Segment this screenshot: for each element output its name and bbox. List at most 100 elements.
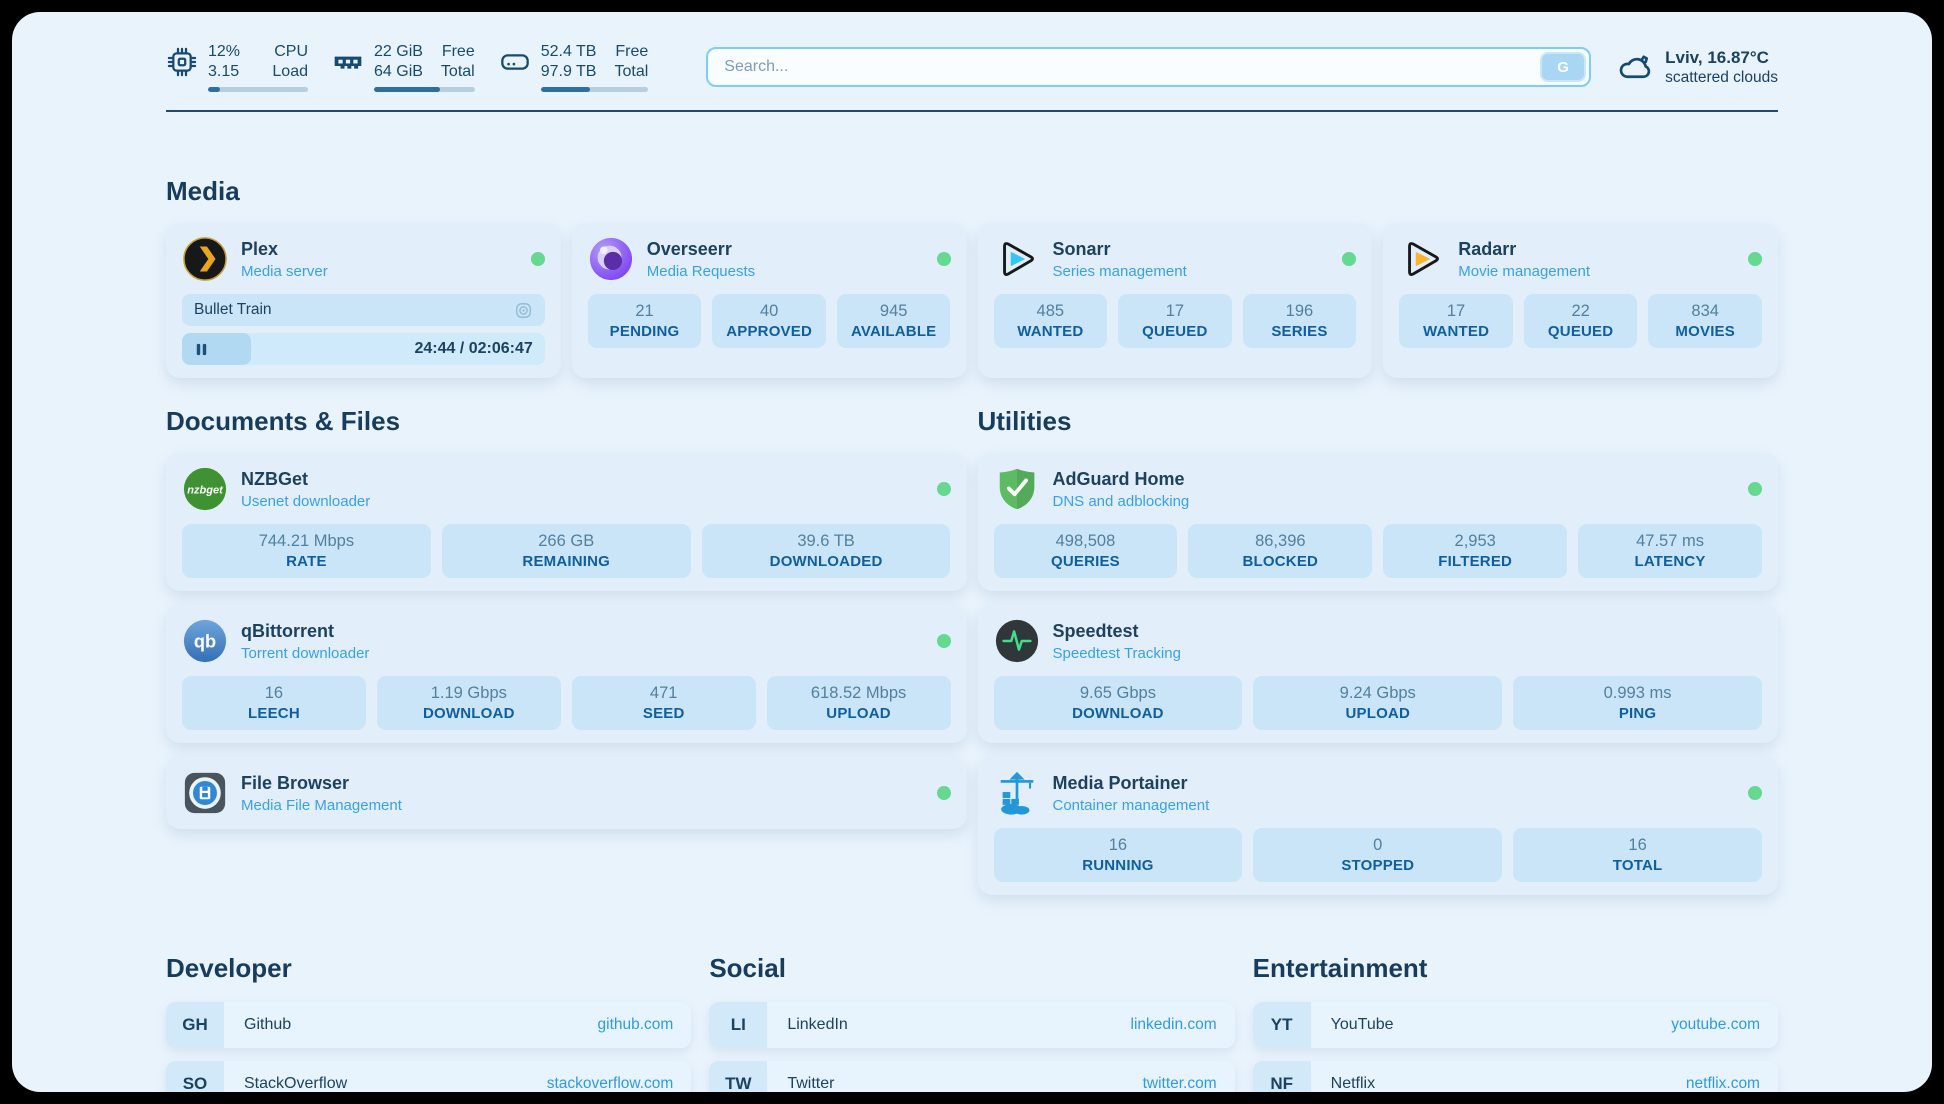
bookmark-twitter[interactable]: TW Twitter twitter.com: [709, 1061, 1234, 1092]
memory-total-label: Total: [441, 62, 475, 82]
status-dot: [937, 786, 951, 800]
stat-available: 945 AVAILABLE: [837, 294, 951, 348]
cpu-icon: [166, 46, 198, 78]
documents-column: Documents & Files nzbget NZBGet Usenet d…: [166, 406, 967, 829]
bookmark-abbr: YT: [1253, 1002, 1311, 1048]
bookmark-url: twitter.com: [1143, 1075, 1217, 1092]
cpu-progress-bar: [208, 87, 308, 92]
app-subtitle: Movie management: [1458, 263, 1590, 280]
stat-running: 16 RUNNING: [994, 828, 1243, 882]
now-playing-title: Bullet Train: [194, 301, 272, 319]
app-subtitle: Series management: [1053, 263, 1187, 280]
app-subtitle: Speedtest Tracking: [1053, 645, 1181, 662]
radarr-icon: [1399, 236, 1445, 282]
app-title: Overseerr: [647, 239, 755, 260]
section-title-entertainment: Entertainment: [1253, 953, 1778, 984]
svg-text:qb: qb: [194, 632, 216, 652]
playback-progress-bar: 24:44 / 02:06:47: [182, 333, 545, 365]
header: 12% 3.15 CPU Load 22 GiB: [166, 42, 1778, 92]
app-card-portainer[interactable]: Media Portainer Container management 16 …: [978, 757, 1779, 895]
speedtest-icon: [994, 618, 1040, 664]
app-title: Plex: [241, 239, 328, 260]
stat-wanted: 485 WANTED: [994, 294, 1108, 348]
pause-icon: [194, 342, 209, 357]
memory-free-value: 22 GiB: [374, 42, 423, 62]
stat-movies: 834 MOVIES: [1648, 294, 1762, 348]
status-dot: [1748, 252, 1762, 266]
nzbget-icon: nzbget: [182, 466, 228, 512]
app-title: Media Portainer: [1053, 773, 1210, 794]
bookmark-group-entertainment: Entertainment YT YouTube youtube.com NF …: [1253, 953, 1778, 1092]
stat-download: 9.65 Gbps DOWNLOAD: [994, 676, 1243, 730]
disk-total-label: Total: [614, 62, 648, 82]
plex-icon: [182, 236, 228, 282]
bookmark-netflix[interactable]: NF Netflix netflix.com: [1253, 1061, 1778, 1092]
app-subtitle: Torrent downloader: [241, 645, 369, 662]
app-card-radarr[interactable]: Radarr Movie management 17 WANTED 22 QUE…: [1383, 223, 1778, 378]
bookmark-stackoverflow[interactable]: SO StackOverflow stackoverflow.com: [166, 1061, 691, 1092]
bookmark-github[interactable]: GH Github github.com: [166, 1002, 691, 1048]
stat-remaining: 266 GB REMAINING: [442, 524, 691, 578]
bookmark-youtube[interactable]: YT YouTube youtube.com: [1253, 1002, 1778, 1048]
stat-upload: 9.24 Gbps UPLOAD: [1253, 676, 1502, 730]
app-card-nzbget[interactable]: nzbget NZBGet Usenet downloader 744.21 M…: [166, 453, 967, 591]
memory-total-value: 64 GiB: [374, 62, 423, 82]
stat-rate: 744.21 Mbps RATE: [182, 524, 431, 578]
stat-download: 1.19 Gbps DOWNLOAD: [377, 676, 561, 730]
stat-filtered: 2,953 FILTERED: [1383, 524, 1567, 578]
app-card-adguard[interactable]: AdGuard Home DNS and adblocking 498,508 …: [978, 453, 1779, 591]
stat-approved: 40 APPROVED: [712, 294, 826, 348]
media-grid: Plex Media server Bullet Train 24:44 / 0…: [166, 223, 1778, 378]
weather-condition: scattered clouds: [1665, 68, 1778, 87]
filebrowser-icon: [182, 770, 228, 816]
bookmark-url: stackoverflow.com: [547, 1075, 674, 1092]
app-title: qBittorrent: [241, 621, 369, 642]
status-dot: [937, 252, 951, 266]
disk-total-value: 97.9 TB: [541, 62, 597, 82]
bookmark-linkedin[interactable]: LI LinkedIn linkedin.com: [709, 1002, 1234, 1048]
app-card-qbittorrent[interactable]: qb qBittorrent Torrent downloader 16 LEE…: [166, 605, 967, 743]
app-card-speedtest[interactable]: Speedtest Speedtest Tracking 9.65 Gbps D…: [978, 605, 1779, 743]
stat-leech: 16 LEECH: [182, 676, 366, 730]
app-card-plex[interactable]: Plex Media server Bullet Train 24:44 / 0…: [166, 223, 561, 378]
section-title-documents: Documents & Files: [166, 406, 967, 437]
bookmark-abbr: LI: [709, 1002, 767, 1048]
app-title: Sonarr: [1053, 239, 1187, 260]
stat-queued: 22 QUEUED: [1524, 294, 1638, 348]
app-title: Speedtest: [1053, 621, 1181, 642]
section-title-social: Social: [709, 953, 1234, 984]
app-card-overseerr[interactable]: Overseerr Media Requests 21 PENDING 40 A…: [572, 223, 967, 378]
status-dot: [1748, 786, 1762, 800]
stat-seed: 471 SEED: [572, 676, 756, 730]
section-title-utilities: Utilities: [978, 406, 1779, 437]
portainer-icon: [994, 770, 1040, 816]
bookmark-url: youtube.com: [1671, 1016, 1760, 1034]
bookmark-group-social: Social LI LinkedIn linkedin.com TW Twitt…: [709, 953, 1234, 1092]
cast-session-icon: [514, 301, 533, 320]
bookmark-name: Twitter: [787, 1075, 834, 1092]
playback-time: 24:44 / 02:06:47: [414, 340, 532, 358]
memory-free-label: Free: [441, 42, 475, 62]
disk-progress-bar: [541, 87, 649, 92]
sonarr-icon: [994, 236, 1040, 282]
app-subtitle: Usenet downloader: [241, 493, 370, 510]
app-card-filebrowser[interactable]: File Browser Media File Management: [166, 757, 967, 829]
section-title-developer: Developer: [166, 953, 691, 984]
now-playing-row: Bullet Train: [182, 294, 545, 326]
bookmark-name: LinkedIn: [787, 1016, 848, 1034]
stat-series: 196 SERIES: [1243, 294, 1357, 348]
cpu-load-value: 3.15: [208, 62, 240, 82]
section-title-media: Media: [166, 176, 1778, 207]
bookmark-name: Github: [244, 1016, 291, 1034]
weather-location-temp: Lviv, 16.87°C: [1665, 47, 1778, 68]
search-engine-button[interactable]: G: [1540, 52, 1586, 82]
app-subtitle: Media server: [241, 263, 328, 280]
cpu-usage-value: 12%: [208, 42, 240, 62]
disk-icon: [499, 46, 531, 78]
status-dot: [937, 482, 951, 496]
search-input[interactable]: [706, 47, 1591, 87]
app-card-sonarr[interactable]: Sonarr Series management 485 WANTED 17 Q…: [978, 223, 1373, 378]
bookmark-name: Netflix: [1331, 1075, 1375, 1092]
bookmark-group-developer: Developer GH Github github.com SO StackO…: [166, 953, 691, 1092]
bookmark-abbr: GH: [166, 1002, 224, 1048]
